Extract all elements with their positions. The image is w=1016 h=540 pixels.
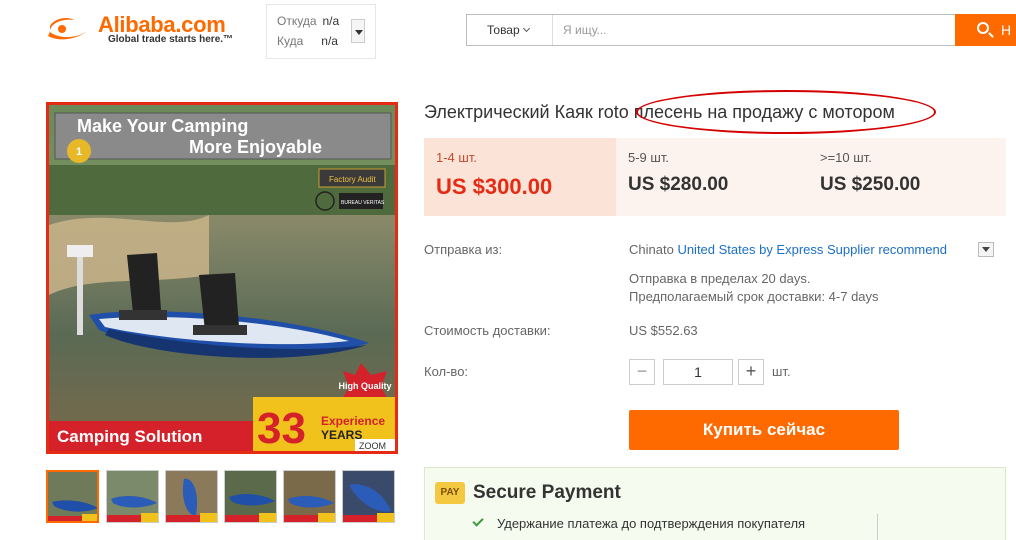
price-tier-qty: 1-4 шт.: [436, 150, 477, 165]
check-icon: [472, 515, 484, 527]
price-tier-2: 5-9 шт. US $280.00: [616, 138, 808, 216]
search-button[interactable]: Н: [955, 14, 1016, 46]
factory-audit-badge: Factory Audit: [329, 175, 376, 184]
ship-location-selector[interactable]: Откуда n/a Куда n/a: [266, 4, 376, 59]
thumbnail-6[interactable]: [342, 470, 395, 523]
price-tier-qty: >=10 шт.: [820, 150, 872, 165]
shipping-method-dropdown-icon[interactable]: [978, 242, 994, 257]
thumbnail-5[interactable]: [283, 470, 336, 523]
chevron-down-icon: [522, 24, 530, 33]
thumbnail-1[interactable]: [46, 470, 99, 523]
experience-label: Experience: [321, 414, 385, 428]
ship-to-label: Куда: [277, 34, 304, 48]
quantity-increase-button[interactable]: +: [738, 359, 764, 385]
bureau-veritas-badge: BUREAU VERITAS: [341, 200, 385, 206]
alibaba-smile-icon: [48, 18, 88, 40]
divider: [877, 514, 878, 540]
thumbnail-2[interactable]: [106, 470, 159, 523]
search-input[interactable]: [563, 19, 943, 41]
price-tier-price: US $280.00: [628, 174, 729, 195]
buy-now-button[interactable]: Купить сейчас: [629, 410, 899, 450]
search-icon: [977, 22, 989, 34]
search-category-label: Товар: [487, 23, 520, 37]
ship-to-value: n/a: [321, 34, 338, 48]
highlight-ellipse: [636, 90, 936, 134]
price-tier-1: 1-4 шт. US $300.00: [424, 138, 616, 216]
quality-badge-text: High Quality: [338, 381, 391, 391]
delivery-estimate: Предполагаемый срок доставки: 4-7 days: [629, 289, 879, 304]
price-tiers: 1-4 шт. US $300.00 5-9 шт. US $280.00 >=…: [424, 138, 1006, 216]
years-number: 33: [257, 404, 306, 451]
ship-origin: China: [629, 242, 663, 257]
secure-payment-panel: PAY Secure Payment Удержание платежа до …: [424, 467, 1006, 540]
price-tier-3: >=10 шт. US $250.00: [808, 138, 1000, 216]
quantity-label: Кол-во:: [424, 364, 469, 379]
banner-line1: Make Your Camping: [77, 116, 248, 136]
thumbnail-4[interactable]: [224, 470, 277, 523]
award-number: 1: [76, 146, 82, 158]
ship-from-row: Откуда n/a: [277, 14, 339, 28]
pay-icon: PAY: [435, 482, 465, 504]
search-category-select[interactable]: Товар: [467, 15, 553, 45]
alibaba-logo[interactable]: Alibaba.com Global trade starts here.™: [44, 12, 244, 52]
banner-line2: More Enjoyable: [189, 137, 322, 157]
shipping-cost-value: US $552.63: [629, 323, 698, 338]
ship-location-dropdown-icon[interactable]: [351, 19, 365, 43]
quantity-decrease-button[interactable]: −: [629, 359, 655, 385]
secure-payment-item: Удержание платежа до подтверждения покуп…: [497, 516, 806, 531]
ship-to-word: to: [662, 242, 674, 257]
thumbnail-3[interactable]: [165, 470, 218, 523]
shipping-cost-label: Стоимость доставки:: [424, 323, 551, 338]
logo-tagline: Global trade starts here.™: [108, 34, 234, 45]
quantity-input[interactable]: [663, 359, 733, 385]
product-main-image[interactable]: Make Your Camping More Enjoyable 1 Facto…: [46, 102, 398, 454]
camping-solution-text: Camping Solution: [57, 427, 202, 446]
shipping-method-link[interactable]: United States by Express Supplier recomm…: [677, 242, 947, 257]
kayak-photo: Make Your Camping More Enjoyable 1 Facto…: [49, 105, 395, 451]
zoom-label: ZOOM: [359, 441, 386, 451]
search-button-text: Н: [1001, 22, 1012, 38]
shipping-route: Chinato United States by Express Supplie…: [629, 242, 947, 257]
ship-to-row: Куда n/a: [277, 34, 338, 48]
price-tier-price: US $300.00: [436, 174, 553, 199]
ship-from-label: Откуда: [277, 14, 317, 28]
shipping-label: Отправка из:: [424, 242, 503, 257]
ship-from-value: n/a: [322, 14, 340, 28]
quantity-unit: шт.: [772, 364, 791, 379]
secure-payment-title: Secure Payment: [473, 482, 621, 503]
price-tier-qty: 5-9 шт.: [628, 150, 669, 165]
price-tier-price: US $250.00: [820, 174, 921, 195]
search-bar: Товар Н: [466, 14, 1016, 46]
shipping-time: Отправка в пределах 20 days.: [629, 271, 811, 286]
